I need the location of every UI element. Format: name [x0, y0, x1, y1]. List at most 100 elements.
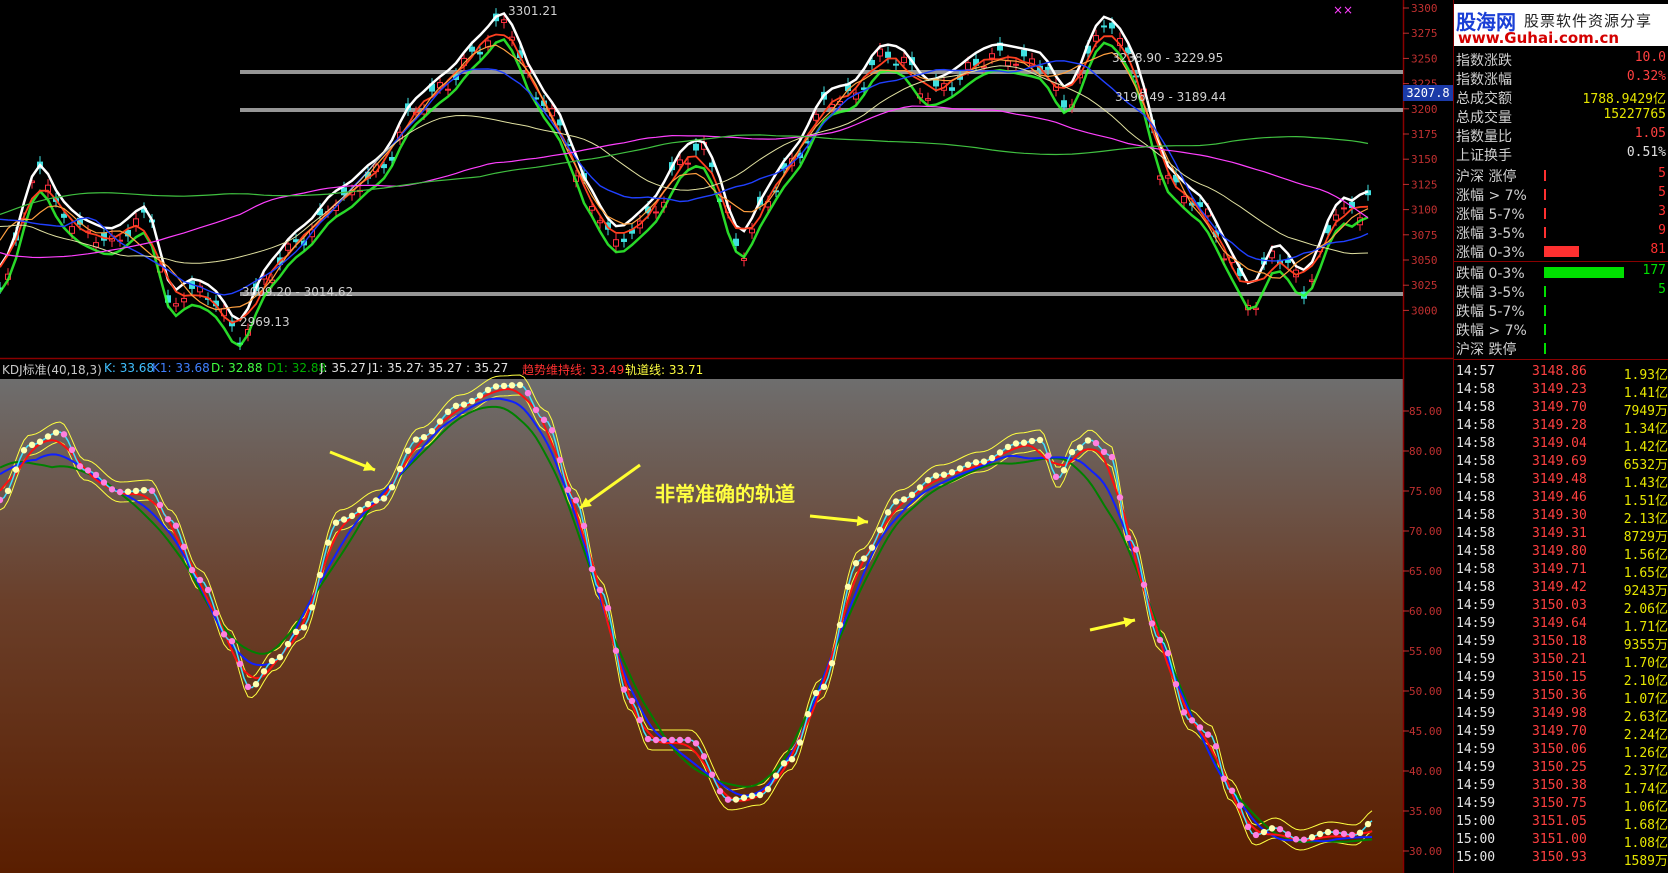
breadth-label: 涨幅 > 7%	[1456, 188, 1527, 204]
kdj-dot	[1004, 443, 1012, 451]
kdj-dot	[620, 686, 628, 693]
candle-body	[1061, 100, 1067, 108]
kdj-dot	[404, 447, 412, 454]
tick-row[interactable]: 15:00 3151.05 1.68亿	[1456, 814, 1668, 833]
kdj-dot	[1268, 825, 1276, 832]
breadth-bar	[1544, 324, 1546, 335]
tick-time: 14:59	[1456, 778, 1496, 793]
tick-time: 14:59	[1456, 634, 1496, 649]
kdj-dot	[1260, 828, 1268, 836]
kdj-dot	[124, 488, 132, 495]
tick-row[interactable]: 14:58 3149.70 7949万	[1456, 400, 1668, 419]
tick-time: 14:58	[1456, 418, 1496, 433]
candle-body	[1333, 214, 1339, 221]
breadth-bar	[1544, 267, 1624, 278]
tick-row[interactable]: 14:59 3149.64 1.71亿	[1456, 616, 1668, 635]
tick-row[interactable]: 14:58 3149.04 1.42亿	[1456, 436, 1668, 455]
tick-row[interactable]: 14:59 3150.25 2.37亿	[1456, 760, 1668, 779]
tick-price: 3149.30	[1532, 508, 1587, 523]
kdj-dot	[1124, 534, 1132, 542]
stat-value: 0.51%	[1626, 145, 1666, 160]
kdj-dot	[236, 660, 244, 668]
brand-banner[interactable]: 股海网 股票软件资源分享 www.Guhai.com.cn	[1454, 4, 1668, 47]
tick-time: 14:58	[1456, 382, 1496, 397]
tick-row[interactable]: 14:58 3149.48 1.43亿	[1456, 472, 1668, 491]
price-label-range-low: 3009.20 - 3014.62	[242, 285, 353, 299]
kdj-dot	[204, 586, 212, 594]
tick-price: 3150.38	[1532, 778, 1587, 793]
tick-row[interactable]: 14:58 3149.71 1.65亿	[1456, 562, 1668, 581]
stat-row: 指数量比 1.05	[1456, 126, 1666, 145]
kdj-dot	[1116, 494, 1124, 501]
kdj-dot	[612, 647, 620, 654]
breadth-bar	[1544, 189, 1546, 200]
breadth-row: 涨幅 > 7% 5	[1456, 185, 1666, 204]
chart-canvas[interactable]: 3301.21 2969.13 3238.90 - 3229.95 3196.49 -…	[0, 0, 1668, 873]
tick-row[interactable]: 14:58 3149.28 1.34亿	[1456, 418, 1668, 437]
tick-row[interactable]: 14:58 3149.46 1.51亿	[1456, 490, 1668, 509]
indicator-name[interactable]: KDJ标准(40,18,3)	[2, 361, 102, 378]
kdj-dot	[980, 458, 988, 465]
stat-label: 上证换手	[1456, 148, 1512, 164]
tick-row[interactable]: 15:00 3151.00 1.08亿	[1456, 832, 1668, 851]
kdj-dot	[852, 559, 860, 567]
d1-value: D1: 32.88	[267, 361, 327, 375]
kdj-dot	[524, 389, 532, 397]
breadth-row: 涨幅 5-7% 3	[1456, 204, 1666, 223]
tick-row[interactable]: 14:59 3149.70 2.24亿	[1456, 724, 1668, 743]
kdj-dot	[772, 772, 780, 779]
tick-row[interactable]: 14:59 3150.15 2.10亿	[1456, 670, 1668, 689]
tick-time: 14:59	[1456, 706, 1496, 721]
tick-row[interactable]: 14:59 3150.21 1.70亿	[1456, 652, 1668, 671]
tick-row[interactable]: 15:00 3150.93 1589万	[1456, 850, 1668, 869]
breadth-row: 沪深 涨停 5	[1456, 166, 1666, 185]
kdj-dot	[372, 497, 380, 504]
breadth-bar	[1544, 286, 1546, 297]
kdj-dot	[1292, 836, 1300, 843]
kdj-dot	[1348, 831, 1356, 839]
tick-row[interactable]: 14:59 3150.36 1.07亿	[1456, 688, 1668, 707]
breadth-row: 沪深 跌停	[1456, 339, 1666, 358]
candle-body	[893, 63, 899, 66]
kdj-dot	[1220, 775, 1228, 782]
tick-row[interactable]: 14:58 3149.30 2.13亿	[1456, 508, 1668, 527]
tick-price: 3149.23	[1532, 382, 1587, 397]
upper-axis-tick: 3275	[1411, 27, 1438, 40]
candle-body	[813, 113, 819, 121]
kdj-dot	[276, 653, 284, 661]
kdj-dot	[924, 476, 932, 484]
candle-body	[1253, 307, 1259, 310]
tick-price: 3148.86	[1532, 364, 1587, 379]
tick-row[interactable]: 14:59 3150.18 9355万	[1456, 634, 1668, 653]
breadth-bar	[1544, 305, 1546, 316]
tick-row[interactable]: 14:57 3148.86 1.93亿	[1456, 364, 1668, 383]
candle-body	[621, 238, 627, 242]
tick-time: 14:59	[1456, 760, 1496, 775]
tick-row[interactable]: 14:58 3149.42 9243万	[1456, 580, 1668, 599]
kdj-dot	[916, 484, 924, 491]
tick-row[interactable]: 14:58 3149.31 8729万	[1456, 526, 1668, 545]
tick-row[interactable]: 14:59 3149.98 2.63亿	[1456, 706, 1668, 725]
kdj-dot	[1308, 834, 1316, 841]
tick-row[interactable]: 14:58 3149.69 6532万	[1456, 454, 1668, 473]
resistance-band	[240, 292, 1403, 296]
tick-row[interactable]: 14:58 3149.80 1.56亿	[1456, 544, 1668, 563]
tick-row[interactable]: 14:59 3150.03 2.06亿	[1456, 598, 1668, 617]
tick-row[interactable]: 14:59 3150.38 1.74亿	[1456, 778, 1668, 797]
candle-body	[469, 46, 475, 52]
tick-time: 14:58	[1456, 580, 1496, 595]
kdj-dot	[44, 433, 52, 440]
kdj-dot	[292, 628, 300, 636]
breadth-row: 涨幅 3-5% 9	[1456, 223, 1666, 242]
tick-price: 3151.05	[1532, 814, 1587, 829]
candle-body	[989, 53, 995, 59]
tick-row[interactable]: 14:59 3150.06 1.26亿	[1456, 742, 1668, 761]
kdj-dot	[932, 472, 940, 479]
kdj-dot	[764, 786, 772, 793]
kdj-dot	[948, 469, 956, 476]
kdj-dot	[260, 668, 268, 675]
tick-row[interactable]: 14:58 3149.23 1.41亿	[1456, 382, 1668, 401]
kdj-dot	[20, 447, 28, 454]
tick-row[interactable]: 14:59 3150.75 1.06亿	[1456, 796, 1668, 815]
lower-axis-tick: 45.00	[1409, 725, 1442, 738]
